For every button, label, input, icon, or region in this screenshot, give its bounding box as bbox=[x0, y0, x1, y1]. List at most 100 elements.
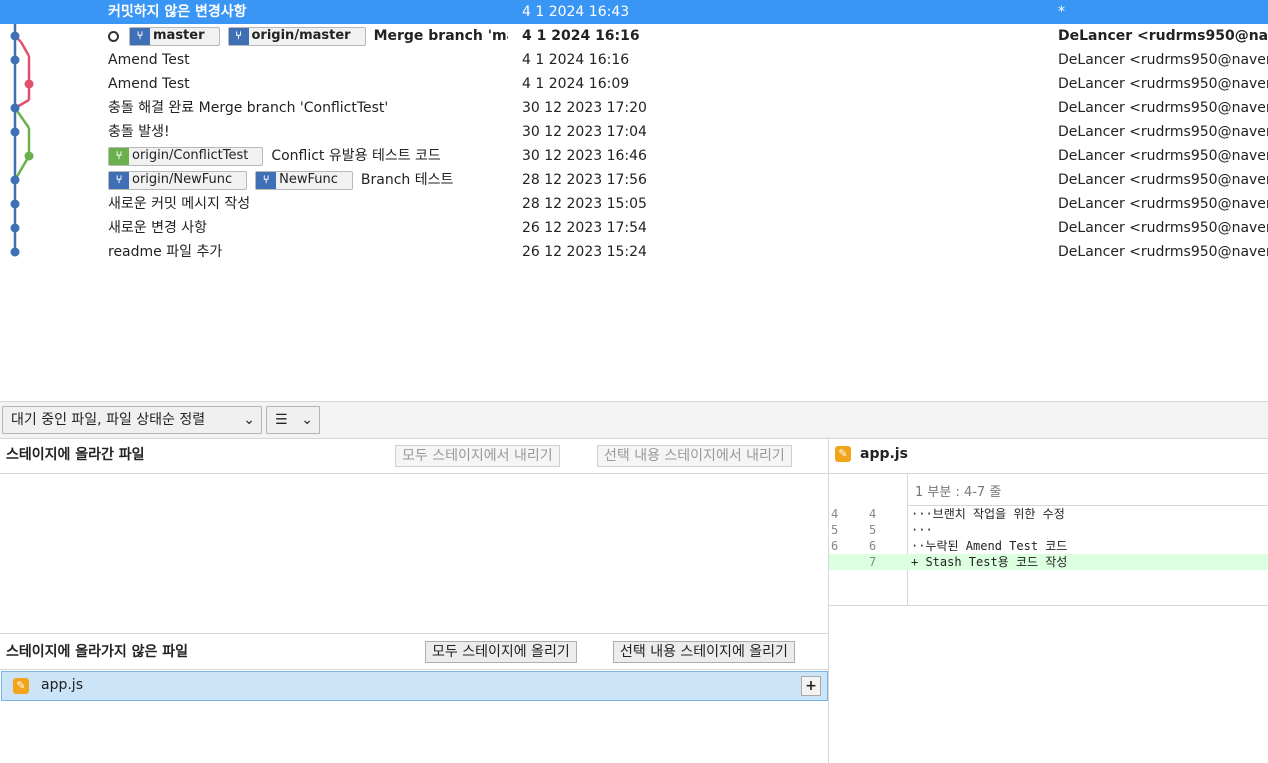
file-filter-label: 대기 중인 파일, 파일 상태순 정렬 bbox=[11, 412, 206, 428]
branch-tag-label: master bbox=[153, 27, 205, 43]
old-line-number: 6 bbox=[831, 539, 839, 553]
commit-row[interactable]: 충돌 발생! 30 12 2023 17:04 DeLancer <rudrms95… bbox=[0, 120, 1268, 144]
diff-line: 7 + Stash Test용 코드 작성 bbox=[829, 554, 1268, 570]
commit-subject-cell: Amend Test bbox=[108, 48, 508, 72]
commit-subject: 새로운 변경 사항 bbox=[108, 220, 208, 236]
commit-date: 28 12 2023 15:05 bbox=[522, 196, 647, 212]
branch-icon: ⑂ bbox=[109, 171, 129, 189]
branch-tag[interactable]: ⑂ origin/ConflictTest bbox=[108, 146, 264, 166]
branch-icon: ⑂ bbox=[109, 147, 129, 165]
commit-date: 4 1 2024 16:43 bbox=[522, 4, 630, 20]
commit-subject-cell: readme 파일 추가 bbox=[108, 240, 508, 264]
diff-line: 5 5 ··· bbox=[829, 522, 1268, 538]
commit-author: DeLancer <rudrms950@naver.com> bbox=[1058, 76, 1268, 92]
commit-subject-cell: 새로운 커밋 메시지 작성 bbox=[108, 192, 508, 216]
commit-date: 30 12 2023 16:46 bbox=[522, 148, 647, 164]
stage-all-button[interactable]: 모두 스테이지에 올리기 bbox=[425, 641, 577, 663]
diff-code: ···브랜치 작업을 위한 수정 bbox=[911, 507, 1065, 521]
new-line-number: 4 bbox=[869, 507, 877, 521]
commit-author: DeLancer <rudrms950@naver.com> bbox=[1058, 124, 1268, 140]
commit-row[interactable]: 커밋하지 않은 변경사항 4 1 2024 16:43 * bbox=[0, 0, 1268, 24]
unstage-all-button[interactable]: 모두 스테이지에서 내리기 bbox=[395, 445, 560, 467]
branch-icon: ⑂ bbox=[130, 27, 150, 45]
unstaged-file-item[interactable]: ✎ app.js + bbox=[1, 671, 828, 701]
commit-date: 26 12 2023 15:24 bbox=[522, 244, 647, 260]
chevron-down-icon: ⌄ bbox=[243, 412, 255, 428]
commit-author: DeLancer <rudrms950@naver.com> bbox=[1058, 148, 1268, 164]
commit-author: * bbox=[1058, 4, 1065, 20]
file-filter-dropdown[interactable]: 대기 중인 파일, 파일 상태순 정렬 ⌄ bbox=[2, 406, 262, 434]
commit-subject-cell: ⑂master⑂origin/masterMerge branch 'maste… bbox=[108, 24, 508, 48]
diff-line: 6 6 ··누락된 Amend Test 코드 bbox=[829, 538, 1268, 554]
old-line-number: 4 bbox=[831, 507, 839, 521]
pencil-icon: ✎ bbox=[13, 678, 29, 694]
branch-tag[interactable]: ⑂ origin/NewFunc bbox=[108, 170, 248, 190]
commit-date: 4 1 2024 16:09 bbox=[522, 76, 630, 92]
stage-file-plus-icon[interactable]: + bbox=[801, 676, 821, 696]
commit-subject: 충돌 해결 완료 Merge branch 'ConflictTest' bbox=[108, 100, 389, 116]
commit-author: DeLancer <rudrms950@naver.com> bbox=[1058, 196, 1268, 212]
branch-tag[interactable]: ⑂ master bbox=[129, 26, 220, 46]
unstage-selected-button[interactable]: 선택 내용 스테이지에서 내리기 bbox=[597, 445, 792, 467]
commit-subject: Amend Test bbox=[108, 76, 190, 92]
commit-author: DeLancer <rudrms950@naver.com> bbox=[1058, 220, 1268, 236]
staged-files-title: 스테이지에 올라간 파일 bbox=[6, 447, 145, 463]
commit-date: 28 12 2023 17:56 bbox=[522, 172, 647, 188]
pencil-icon: ✎ bbox=[835, 446, 851, 462]
unstaged-files-title: 스테이지에 올라가지 않은 파일 bbox=[6, 644, 189, 660]
commit-subject-cell: 충돌 해결 완료 Merge branch 'ConflictTest' bbox=[108, 96, 508, 120]
branch-tag[interactable]: ⑂ origin/master bbox=[227, 26, 366, 46]
diff-file-name: app.js bbox=[860, 446, 908, 462]
new-line-number: 7 bbox=[869, 555, 877, 569]
commit-author: DeLancer <rudrms950@naver.com> bbox=[1058, 172, 1268, 188]
commit-subject: Branch 테스트 bbox=[360, 172, 454, 188]
commit-date: 30 12 2023 17:04 bbox=[522, 124, 647, 140]
commit-row[interactable]: Amend Test 4 1 2024 16:16 DeLancer <rudrms… bbox=[0, 48, 1268, 72]
diff-header: ✎ app.js bbox=[829, 438, 1268, 472]
commit-row[interactable]: 새로운 변경 사항 26 12 2023 17:54 DeLancer <rudrm… bbox=[0, 216, 1268, 240]
commit-subject: Amend Test bbox=[108, 52, 190, 68]
commit-subject-cell: 충돌 발생! bbox=[108, 120, 508, 144]
commit-subject: 충돌 발생! bbox=[108, 124, 170, 140]
commit-subject-cell: ⑂ origin/ConflictTest Conflict 유발용 테스트 코드 bbox=[108, 144, 508, 168]
new-line-number: 5 bbox=[869, 523, 877, 537]
view-options-dropdown[interactable]: ☰ ⌄ bbox=[266, 406, 320, 434]
branch-tag-label: origin/ConflictTest bbox=[132, 147, 249, 163]
commit-subject-cell: ⑂ origin/NewFunc ⑂ NewFunc Branch 테스트 bbox=[108, 168, 508, 192]
commit-row[interactable]: 새로운 커밋 메시지 작성 28 12 2023 15:05 DeLancer <r… bbox=[0, 192, 1268, 216]
commit-author: DeLancer <rudrms950@naver.com> bbox=[1058, 28, 1268, 44]
branch-tag-label: origin/NewFunc bbox=[132, 171, 233, 187]
commit-subject: 커밋하지 않은 변경사항 bbox=[108, 4, 247, 20]
commit-row[interactable]: readme 파일 추가 26 12 2023 15:24 DeLancer <ru… bbox=[0, 240, 1268, 264]
commit-row[interactable]: ⑂ origin/NewFunc ⑂ NewFunc Branch 테스트 28 12 2… bbox=[0, 168, 1268, 192]
commit-row[interactable]: ⑂master⑂origin/masterMerge branch 'maste… bbox=[0, 24, 1268, 48]
commit-author: DeLancer <rudrms950@naver.com> bbox=[1058, 244, 1268, 260]
file-name: app.js bbox=[41, 677, 83, 693]
branch-tag[interactable]: ⑂ NewFunc bbox=[255, 170, 353, 190]
stage-selected-button[interactable]: 선택 내용 스테이지에 올리기 bbox=[613, 641, 795, 663]
chevron-down-icon: ⌄ bbox=[301, 412, 313, 428]
new-line-number: 6 bbox=[869, 539, 877, 553]
commit-row[interactable]: 충돌 해결 완료 Merge branch 'ConflictTest' 30 1… bbox=[0, 96, 1268, 120]
diff-hunk-header: 1 부분 : 4-7 줄 bbox=[915, 485, 1002, 500]
diff-code: + Stash Test용 코드 작성 bbox=[911, 555, 1068, 569]
commit-row[interactable]: ⑂ origin/ConflictTest Conflict 유발용 테스트 코드 3… bbox=[0, 144, 1268, 168]
working-copy-marker-icon bbox=[108, 30, 119, 42]
commit-subject-cell: 커밋하지 않은 변경사항 bbox=[108, 0, 508, 24]
branch-tag-label: origin/master bbox=[251, 27, 351, 43]
branch-icon: ⑂ bbox=[256, 171, 277, 189]
commit-subject: 새로운 커밋 메시지 작성 bbox=[108, 196, 251, 212]
commit-date: 30 12 2023 17:20 bbox=[522, 100, 647, 116]
file-status-toolbar: 대기 중인 파일, 파일 상태순 정렬 ⌄ ☰ ⌄ bbox=[0, 401, 1268, 439]
commit-date: 4 1 2024 16:16 bbox=[522, 28, 640, 44]
commit-author: DeLancer <rudrms950@naver.com> bbox=[1058, 52, 1268, 68]
commit-author: DeLancer <rudrms950@naver.com> bbox=[1058, 100, 1268, 116]
old-line-number: 5 bbox=[831, 523, 839, 537]
commit-subject: Merge branch 'master' bbox=[373, 28, 508, 44]
commit-row[interactable]: Amend Test 4 1 2024 16:09 DeLancer <rudrms… bbox=[0, 72, 1268, 96]
commit-date: 26 12 2023 17:54 bbox=[522, 220, 647, 236]
branch-tag-label: NewFunc bbox=[279, 171, 338, 187]
commit-subject-cell: 새로운 변경 사항 bbox=[108, 216, 508, 240]
commit-subject-cell: Amend Test bbox=[108, 72, 508, 96]
list-view-icon: ☰ bbox=[275, 412, 288, 428]
